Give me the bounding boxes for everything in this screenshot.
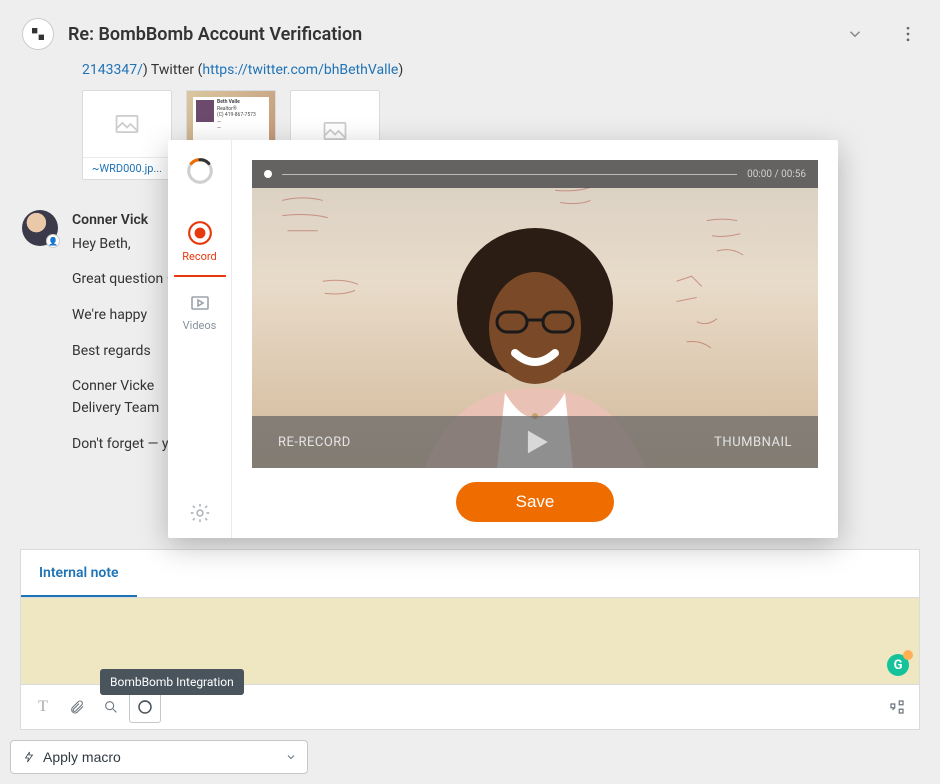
kebab-menu-icon[interactable] [878,24,918,44]
quoted-snippet: 2143347/) Twitter (https://twitter.com/b… [0,62,940,84]
compose-region: Internal note G T BombBomb Integration [20,549,920,730]
settings-button[interactable] [168,488,232,538]
play-icon[interactable] [518,425,552,459]
playhead-icon[interactable] [264,170,272,178]
compose-tabs: Internal note [20,549,920,597]
gear-icon [189,502,211,524]
apps-icon[interactable] [881,691,913,723]
tooltip-bombbomb: BombBomb Integration [100,669,244,695]
ticket-header: Re: BombBomb Account Verification [0,0,940,62]
sidebar-record-tab[interactable]: Record [168,206,232,277]
author-avatar[interactable]: 👤 [22,210,58,246]
apply-macro-label: Apply macro [43,749,121,765]
bombbomb-logo-icon [168,156,232,206]
link-number[interactable]: 2143347/ [82,62,143,78]
brand-logo-icon [22,18,54,50]
videos-icon [188,291,212,315]
rerecord-button[interactable]: RE-RECORD [278,435,351,450]
text-format-icon[interactable]: T [27,691,59,723]
thumbnail-button[interactable]: THUMBNAIL [714,435,792,450]
tab-internal-note[interactable]: Internal note [21,551,137,598]
attachment-thumbnail[interactable]: ~WRD000.jp... [82,90,172,180]
save-button[interactable]: Save [456,482,615,522]
ticket-title: Re: BombBomb Account Verification [68,24,832,45]
apply-macro-button[interactable]: Apply macro [10,740,308,774]
chevron-down-icon [285,751,297,763]
modal-main: 00:00 / 00:56 RE-RECORD THUMBNAIL Save [232,140,838,538]
link-twitter[interactable]: https://twitter.com/bhBethValle [202,62,398,78]
record-icon [187,220,213,246]
sidebar-videos-tab[interactable]: Videos [168,277,232,346]
attachment-icon[interactable] [61,691,93,723]
grammarly-icon[interactable]: G [887,654,909,676]
collapse-chevron-icon[interactable] [846,25,864,43]
video-progress-bar[interactable]: 00:00 / 00:56 [252,160,818,188]
video-action-bar: RE-RECORD THUMBNAIL [252,416,818,468]
footer-macro: Apply macro [10,740,308,774]
progress-track[interactable] [282,174,737,175]
attachment-filename: ~WRD000.jp... [83,157,171,179]
compose-toolbar: T BombBomb Integration [20,685,920,730]
bombbomb-modal: Record Videos [168,140,838,538]
search-icon[interactable] [95,691,127,723]
agent-badge-icon: 👤 [46,234,60,248]
lightning-icon [23,751,35,763]
bombbomb-integration-button[interactable] [129,691,161,723]
modal-sidebar: Record Videos [168,140,232,538]
image-placeholder-icon [83,91,171,157]
video-preview[interactable]: 00:00 / 00:56 RE-RECORD THUMBNAIL [252,160,818,468]
video-time: 00:00 / 00:56 [747,169,806,180]
